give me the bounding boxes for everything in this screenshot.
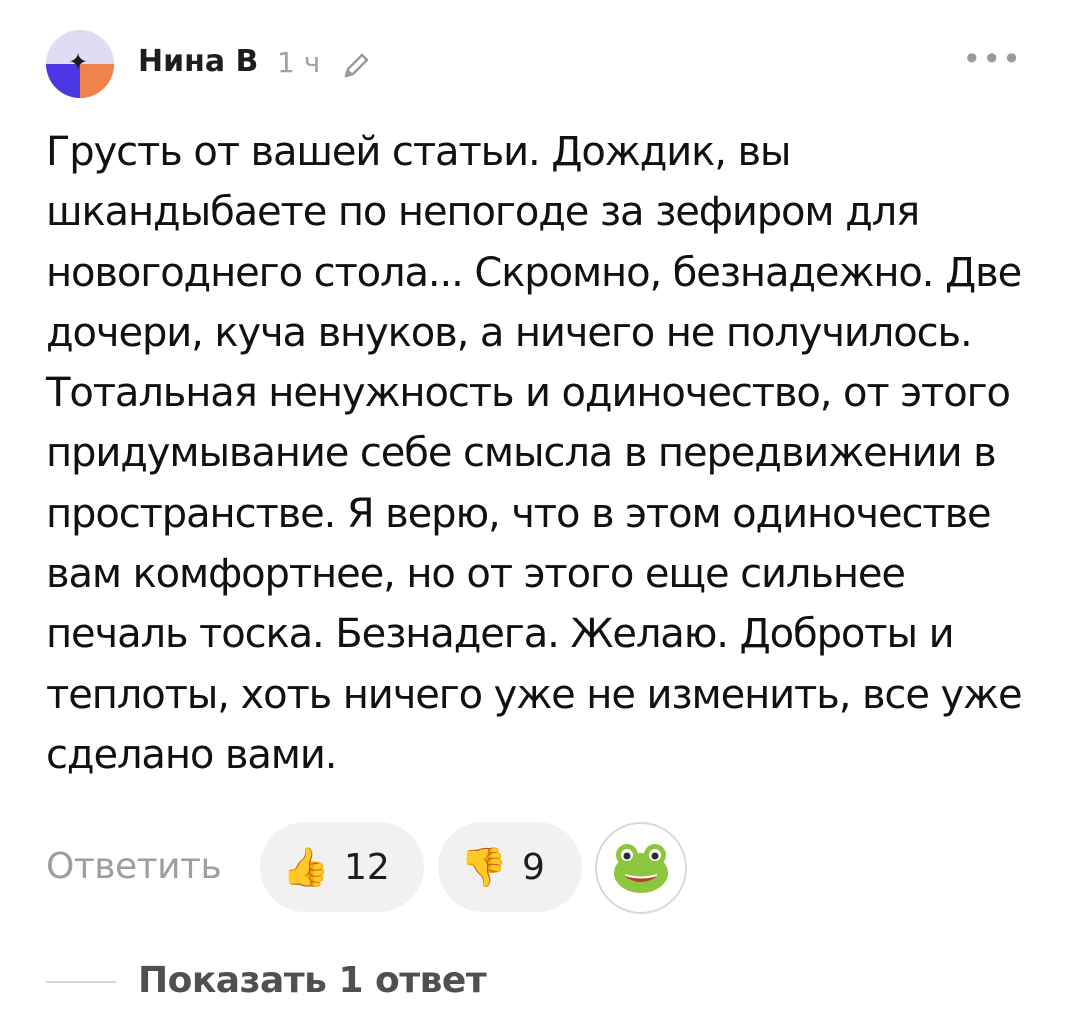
comment-time: 1 ч [277,46,321,79]
thumbs-up-icon: 👍 [282,844,330,889]
thumbs-down-icon: 👎 [460,844,508,889]
frog-emoji-icon [614,844,668,893]
comment-header: ✦ Нина В 1 ч ••• [46,30,1036,106]
comment-text: Грусть от вашей статьи. Дождик, вы шканд… [46,129,1023,778]
pencil-icon [344,53,369,78]
show-replies-row: Показать 1 ответ [46,952,646,1012]
author-name[interactable]: Нина В [138,44,258,80]
show-replies-button[interactable]: Показать 1 ответ [138,958,487,1004]
more-dots-icon[interactable]: ••• [962,40,1022,78]
like-count: 12 [344,846,390,888]
add-reaction-button[interactable] [595,822,687,914]
reply-button[interactable]: Ответить [46,844,222,890]
comment-actions: Ответить 👍 12 👎 9 [46,822,946,914]
avatar[interactable]: ✦ [46,30,114,98]
like-button[interactable]: 👍 12 [260,822,424,912]
dislike-count: 9 [522,846,545,888]
divider [46,981,116,983]
star-icon: ✦ [68,48,89,76]
dislike-button[interactable]: 👎 9 [438,822,582,912]
